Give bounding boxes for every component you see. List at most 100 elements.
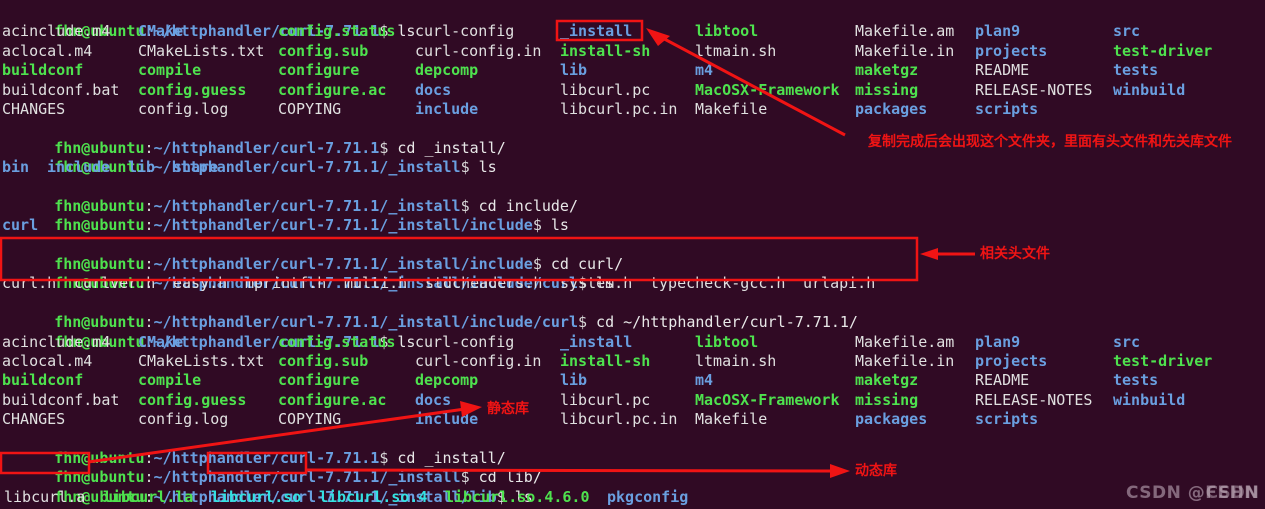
file-entry: libcurl.pc.in — [560, 410, 678, 429]
file-entry: tests — [1113, 371, 1159, 390]
file-entry: Makefile.am — [855, 22, 955, 41]
file-entry: packages — [855, 99, 928, 118]
file-listing-curl-headers: curl.h curlver.h easy.h mprintf.h multi.h std… — [0, 274, 1265, 293]
file-entry: buildconf — [2, 371, 84, 390]
file-entry: missing — [855, 390, 919, 409]
file-entry: acinclude.m4 — [2, 332, 111, 351]
file-listing-row: acinclude.m4 CMake config.status curl-confi… — [0, 22, 1265, 41]
file-entry: scripts — [975, 99, 1039, 118]
file-listing-root-2: acinclude.m4 CMake config.status curl-confi… — [0, 333, 1265, 430]
file-entry: configure.ac — [278, 80, 387, 99]
file-listing-row: buildconf.bat config.guess configure.ac doc… — [0, 391, 1265, 410]
file-entry: system.h — [560, 274, 633, 293]
file-listing-row: buildconf compile configure depcomp lib m4 mak… — [0, 371, 1265, 390]
file-entry: libcurl.a — [4, 487, 86, 506]
file-entry: aclocal.m4 — [2, 352, 93, 371]
file-entry: docs — [415, 80, 452, 99]
file-entry: include — [415, 99, 479, 118]
file-entry: include — [47, 158, 111, 177]
file-entry: buildconf.bat — [2, 390, 120, 409]
file-entry: Makefile.in — [855, 352, 955, 371]
file-entry: docs — [415, 390, 452, 409]
file-entry: CMake — [138, 22, 184, 41]
terminal-line: fhn@ubuntu:~/httphandler/curl-7.71.1/_in… — [0, 255, 1265, 292]
file-entry: libcurl.so — [211, 487, 302, 506]
file-entry: config.guess — [138, 390, 247, 409]
file-entry: libcurl.pc — [560, 390, 651, 409]
terminal-line: fhn@ubuntu:~/httphandler/curl-7.71.1/_in… — [0, 197, 1265, 234]
file-entry: curl-config — [415, 22, 515, 41]
file-entry: acinclude.m4 — [2, 22, 111, 41]
file-entry: plan9 — [975, 332, 1021, 351]
file-listing-row: buildconf compile configure depcomp lib m4 mak… — [0, 61, 1265, 80]
file-entry: easy.h — [173, 274, 228, 293]
file-entry: config.status — [278, 22, 396, 41]
file-entry: CMakeLists.txt — [138, 41, 265, 60]
terminal-line: fhn@ubuntu:~/httphandler/curl-7.71.1/_in… — [0, 468, 1265, 506]
file-listing-row: CHANGES config.log COPYING include libcurl.p… — [0, 410, 1265, 429]
file-entry: aclocal.m4 — [2, 41, 93, 60]
file-entry: ltmain.sh — [695, 352, 777, 371]
file-entry: README — [975, 61, 1030, 80]
file-entry: COPYING — [278, 99, 342, 118]
file-entry: src — [1113, 332, 1141, 351]
file-listing-row: acinclude.m4 CMake config.status curl-confi… — [0, 333, 1265, 352]
file-entry: Makefile.in — [855, 41, 955, 60]
file-entry: libtool — [695, 332, 759, 351]
file-entry: maketgz — [855, 61, 919, 80]
terminal-output[interactable]: fhn@ubuntu:~/httphandler/curl-7.71.1$ ls… — [0, 0, 1265, 509]
file-entry: libcurl.so.4 — [319, 487, 428, 506]
file-entry: Makefile — [695, 410, 768, 429]
file-entry: compile — [138, 61, 202, 80]
file-entry: configure — [278, 61, 360, 80]
watermark-front: CSDN — [1205, 482, 1259, 503]
file-entry: lib — [128, 158, 156, 177]
file-entry: buildconf — [2, 61, 84, 80]
file-entry: configure — [278, 371, 360, 390]
file-listing-row: buildconf.bat config.guess configure.ac doc… — [0, 81, 1265, 100]
file-entry: MacOSX-Framework — [695, 80, 840, 99]
annotation-install-folder: 复制完成后会出现这个文件夹，里面有头文件和先关库文件 — [868, 134, 1232, 150]
file-entry: curlver.h — [74, 274, 156, 293]
file-entry: urlapi.h — [803, 274, 876, 293]
file-entry: config.sub — [278, 352, 369, 371]
file-listing-install: bin include lib share — [0, 158, 1265, 177]
file-entry: COPYING — [278, 410, 342, 429]
file-entry: CMake — [138, 332, 184, 351]
file-entry: winbuild — [1113, 80, 1186, 99]
file-entry: configure.ac — [278, 390, 387, 409]
file-entry: multi.h — [344, 274, 408, 293]
file-listing-row: CHANGES config.log COPYING include libcurl.p… — [0, 100, 1265, 119]
file-entry: m4 — [695, 371, 714, 390]
file-entry: m4 — [695, 61, 714, 80]
file-entry: _install — [560, 332, 633, 351]
terminal-line: fhn@ubuntu:~/httphandler/curl-7.71.1$ ls — [0, 3, 1265, 40]
file-entry: install-sh — [560, 352, 651, 371]
file-entry: depcomp — [415, 61, 479, 80]
file-entry: projects — [975, 41, 1048, 60]
file-entry: _install — [560, 22, 633, 41]
file-entry: plan9 — [975, 22, 1021, 41]
file-entry: libtool — [695, 22, 759, 41]
terminal-line: fhn@ubuntu:~/httphandler/curl-7.71.1/_in… — [0, 294, 1265, 331]
file-entry: tests — [1113, 61, 1159, 80]
file-entry: CHANGES — [2, 410, 66, 429]
terminal-line: fhn@ubuntu:~/httphandler/curl-7.71.1/_in… — [0, 449, 1265, 486]
file-listing-include: curl — [0, 216, 1265, 235]
terminal-line: fhn@ubuntu:~/httphandler/curl-7.71.1/_in… — [0, 178, 1265, 215]
annotation-dynamic-lib: 动态库 — [855, 463, 897, 479]
file-entry: RELEASE-NOTES — [975, 390, 1093, 409]
file-entry: config.status — [278, 332, 396, 351]
file-entry: buildconf.bat — [2, 80, 120, 99]
file-entry: CHANGES — [2, 99, 66, 118]
annotation-static-lib: 静态库 — [487, 401, 529, 417]
file-entry: lib — [560, 371, 588, 390]
file-listing-lib: libcurl.a libcurl.la libcurl.so libcurl.so.… — [0, 488, 1265, 507]
file-entry: src — [1113, 22, 1141, 41]
annotation-headers: 相关头文件 — [980, 246, 1050, 262]
file-entry: mprintf.h — [245, 274, 327, 293]
file-entry: curl.h — [2, 274, 57, 293]
file-entry: pkgconfig — [607, 487, 689, 506]
file-entry: maketgz — [855, 371, 919, 390]
file-entry: share — [173, 158, 219, 177]
